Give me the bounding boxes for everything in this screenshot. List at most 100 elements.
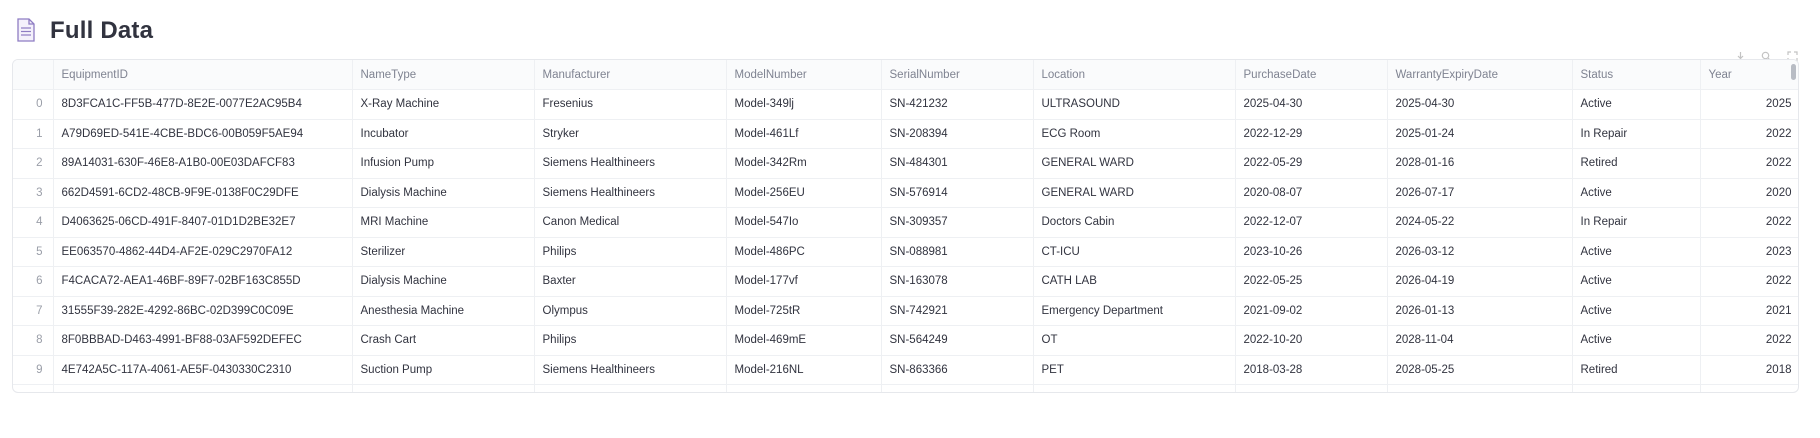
- cell-manufacturer[interactable]: Olympus: [534, 296, 727, 326]
- cell-modelnumber[interactable]: Model-486PC: [726, 237, 882, 267]
- cell-purchasedate[interactable]: 2022-12-07: [1235, 207, 1388, 238]
- cell-equipmentid[interactable]: EE063570-4862-44D4-AF2E-029C2970FA12: [53, 237, 353, 267]
- cell-equipmentid[interactable]: 662D4591-6CD2-48CB-9F9E-0138F0C29DFE: [53, 178, 353, 208]
- table-row[interactable]: 0 8D3FCA1C-FF5B-477D-8E2E-0077E2AC95B4 X-R…: [13, 89, 1798, 120]
- cell-manufacturer[interactable]: Philips: [534, 325, 727, 356]
- cell-row-index[interactable]: 0: [13, 89, 54, 120]
- table-row[interactable]: 6 F4CACA72-AEA1-46BF-89F7-02BF163C855D Dia…: [13, 266, 1798, 297]
- column-header-location[interactable]: Location: [1033, 60, 1236, 90]
- cell-modelnumber[interactable]: Model-725tR: [726, 296, 882, 326]
- table-row[interactable]: 1 A79D69ED-541E-4CBE-BDC6-00B059F5AE94 Inc…: [13, 119, 1798, 149]
- cell-serialnumber[interactable]: SN-421232: [881, 89, 1034, 120]
- vertical-scrollbar[interactable]: [1791, 64, 1796, 80]
- column-header-modelnumber[interactable]: ModelNumber: [726, 60, 882, 90]
- cell-year[interactable]: 2022: [1700, 148, 1798, 179]
- cell-nametype[interactable]: X-Ray Machine: [352, 89, 535, 120]
- cell-location[interactable]: PET: [1033, 355, 1236, 385]
- cell-equipmentid[interactable]: 8F0BBBAD-D463-4991-BF88-03AF592DEFEC: [53, 325, 353, 356]
- cell-nametype[interactable]: MRI Machine: [352, 207, 535, 238]
- cell-year[interactable]: 2018: [1700, 355, 1798, 385]
- table-row[interactable]: 9 4E742A5C-117A-4061-AE5F-0430330C2310 Suc…: [13, 355, 1798, 385]
- cell-row-index[interactable]: 5: [13, 237, 54, 267]
- cell-warrantyexpirydate[interactable]: 2028-01-16: [1387, 148, 1573, 179]
- column-header-manufacturer[interactable]: Manufacturer: [534, 60, 727, 90]
- column-header-status[interactable]: Status: [1572, 60, 1701, 90]
- cell-year[interactable]: 2022: [1700, 266, 1798, 297]
- cell-status[interactable]: Active: [1572, 237, 1701, 267]
- cell-warrantyexpirydate[interactable]: 2025-04-30: [1387, 89, 1573, 120]
- cell-manufacturer[interactable]: Siemens Healthineers: [534, 178, 727, 208]
- cell-location[interactable]: ULTRASOUND: [1033, 89, 1236, 120]
- cell-warrantyexpirydate[interactable]: 2026-01-13: [1387, 296, 1573, 326]
- cell-modelnumber[interactable]: Model-547Io: [726, 207, 882, 238]
- cell-purchasedate[interactable]: 2022-10-20: [1235, 325, 1388, 356]
- cell-warrantyexpirydate[interactable]: 2025-01-24: [1387, 119, 1573, 149]
- cell-location[interactable]: GENERAL WARD: [1033, 148, 1236, 179]
- cell-modelnumber[interactable]: Model-256EU: [726, 178, 882, 208]
- cell-nametype[interactable]: Anesthesia Machine: [352, 296, 535, 326]
- cell-equipmentid[interactable]: F4CACA72-AEA1-46BF-89F7-02BF163C855D: [53, 266, 353, 297]
- cell-status[interactable]: In Repair: [1572, 207, 1701, 238]
- cell-serialnumber[interactable]: SN-742921: [881, 296, 1034, 326]
- cell-manufacturer[interactable]: Stryker: [534, 119, 727, 149]
- cell-year[interactable]: 2022: [1700, 119, 1798, 149]
- table-row[interactable]: 3 662D4591-6CD2-48CB-9F9E-0138F0C29DFE Dia…: [13, 178, 1798, 208]
- cell-serialnumber[interactable]: SN-163078: [881, 266, 1034, 297]
- column-header-equipmentid[interactable]: EquipmentID: [53, 60, 353, 90]
- cell-status[interactable]: Retired: [1572, 355, 1701, 385]
- cell-row-index[interactable]: 6: [13, 266, 54, 297]
- cell-year[interactable]: 2025: [1700, 89, 1798, 120]
- cell-status[interactable]: Active: [1572, 266, 1701, 297]
- cell-location[interactable]: CT-ICU: [1033, 237, 1236, 267]
- cell-equipmentid[interactable]: 89A14031-630F-46E8-A1B0-00E03DAFCF83: [53, 148, 353, 179]
- cell-manufacturer[interactable]: Canon Medical: [534, 207, 727, 238]
- cell-nametype[interactable]: Infusion Pump: [352, 148, 535, 179]
- cell-year[interactable]: 2021: [1700, 296, 1798, 326]
- cell-row-index[interactable]: 4: [13, 207, 54, 238]
- cell-equipmentid[interactable]: 4E742A5C-117A-4061-AE5F-0430330C2310: [53, 355, 353, 385]
- column-header-index[interactable]: [13, 60, 54, 90]
- cell-modelnumber[interactable]: Model-216NL: [726, 355, 882, 385]
- cell-modelnumber[interactable]: Model-461Lf: [726, 119, 882, 149]
- cell-serialnumber[interactable]: SN-088981: [881, 237, 1034, 267]
- cell-year[interactable]: 2023: [1700, 237, 1798, 267]
- cell-warrantyexpirydate[interactable]: 2026-04-19: [1387, 266, 1573, 297]
- cell-serialnumber[interactable]: SN-208394: [881, 119, 1034, 149]
- cell-row-index[interactable]: 8: [13, 325, 54, 356]
- cell-row-index[interactable]: 9: [13, 355, 54, 385]
- cell-status[interactable]: Active: [1572, 89, 1701, 120]
- cell-equipmentid[interactable]: 8D3FCA1C-FF5B-477D-8E2E-0077E2AC95B4: [53, 89, 353, 120]
- cell-status[interactable]: In Repair: [1572, 119, 1701, 149]
- cell-nametype[interactable]: Crash Cart: [352, 325, 535, 356]
- data-table[interactable]: EquipmentID NameType Manufacturer ModelN…: [12, 59, 1799, 393]
- cell-year[interactable]: 2022: [1700, 207, 1798, 238]
- cell-location[interactable]: Emergency Department: [1033, 296, 1236, 326]
- cell-equipmentid[interactable]: 31555F39-282E-4292-86BC-02D399C0C09E: [53, 296, 353, 326]
- cell-year[interactable]: 2020: [1700, 178, 1798, 208]
- cell-modelnumber[interactable]: Model-342Rm: [726, 148, 882, 179]
- cell-nametype[interactable]: Sterilizer: [352, 237, 535, 267]
- cell-purchasedate[interactable]: 2020-08-07: [1235, 178, 1388, 208]
- cell-serialnumber[interactable]: SN-309357: [881, 207, 1034, 238]
- cell-status[interactable]: Retired: [1572, 148, 1701, 179]
- cell-status[interactable]: Active: [1572, 325, 1701, 356]
- cell-row-index[interactable]: 1: [13, 119, 54, 149]
- column-header-purchasedate[interactable]: PurchaseDate: [1235, 60, 1388, 90]
- cell-nametype[interactable]: Dialysis Machine: [352, 178, 535, 208]
- cell-purchasedate[interactable]: 2022-12-29: [1235, 119, 1388, 149]
- cell-location[interactable]: OT: [1033, 325, 1236, 356]
- cell-warrantyexpirydate[interactable]: 2028-05-25: [1387, 355, 1573, 385]
- cell-status[interactable]: Active: [1572, 178, 1701, 208]
- cell-manufacturer[interactable]: Baxter: [534, 266, 727, 297]
- cell-serialnumber[interactable]: SN-576914: [881, 178, 1034, 208]
- column-header-warrantyexpirydate[interactable]: WarrantyExpiryDate: [1387, 60, 1573, 90]
- cell-nametype[interactable]: Incubator: [352, 119, 535, 149]
- cell-nametype[interactable]: Dialysis Machine: [352, 266, 535, 297]
- cell-equipmentid[interactable]: D4063625-06CD-491F-8407-01D1D2BE32E7: [53, 207, 353, 238]
- cell-manufacturer[interactable]: Fresenius: [534, 89, 727, 120]
- cell-modelnumber[interactable]: Model-349lj: [726, 89, 882, 120]
- cell-modelnumber[interactable]: Model-177vf: [726, 266, 882, 297]
- cell-purchasedate[interactable]: 2021-09-02: [1235, 296, 1388, 326]
- cell-warrantyexpirydate[interactable]: 2026-07-17: [1387, 178, 1573, 208]
- cell-location[interactable]: GENERAL WARD: [1033, 178, 1236, 208]
